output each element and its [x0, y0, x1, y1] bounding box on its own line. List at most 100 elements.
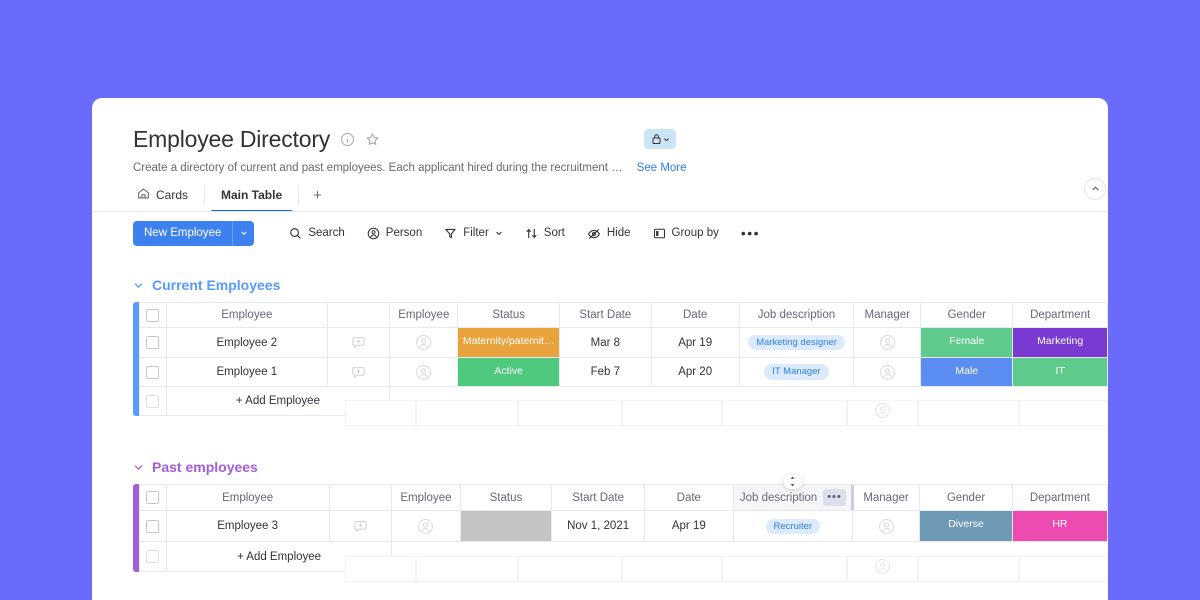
row-select-cell[interactable]	[139, 510, 167, 543]
person-avatar-icon	[390, 364, 457, 381]
group-collapse-caret-icon[interactable]	[133, 462, 144, 473]
eye-off-icon	[587, 227, 601, 240]
tab-cards[interactable]: Cards	[133, 181, 204, 209]
cell-updates[interactable]	[327, 327, 391, 358]
new-employee-button-group[interactable]: New Employee	[133, 220, 255, 246]
table-row[interactable]: Employee 1 Active Feb 7 Apr 20 IT Manage…	[139, 356, 1108, 388]
cell-person[interactable]	[391, 510, 461, 543]
cell-updates[interactable]	[328, 510, 393, 543]
cell-employee-name[interactable]: Employee 1	[165, 356, 329, 388]
select-all-cell[interactable]	[139, 301, 167, 329]
group-collapse-caret-icon[interactable]	[133, 280, 144, 291]
cell-manager[interactable]	[853, 356, 922, 388]
cell-department[interactable]: HR	[1011, 510, 1108, 543]
row-checkbox[interactable]	[146, 365, 160, 379]
more-actions-button[interactable]: •••	[730, 220, 771, 246]
person-avatar-icon	[390, 334, 457, 351]
column-header-manager[interactable]: Manager	[853, 301, 922, 329]
column-header-department[interactable]: Department	[1012, 301, 1108, 329]
collapse-header-button[interactable]	[1084, 178, 1106, 200]
cell-job-description[interactable]: IT Manager	[738, 356, 855, 388]
cell-updates[interactable]	[327, 356, 391, 388]
search-button[interactable]: Search	[278, 220, 355, 246]
column-header-job-description-label: Job description	[739, 491, 818, 504]
cell-person[interactable]	[389, 356, 459, 388]
person-avatar-icon	[854, 364, 920, 381]
table-row[interactable]: Employee 3 Nov 1, 2021 Apr 19 Recruiter …	[139, 510, 1108, 543]
column-header-person[interactable]: Employee	[389, 301, 459, 329]
column-header-job-description[interactable]: Job description •••	[732, 474, 855, 512]
column-header-job-description[interactable]: Job description	[738, 301, 855, 329]
cell-person[interactable]	[389, 327, 459, 358]
column-header-gender[interactable]: Gender	[920, 301, 1014, 329]
cell-job-description[interactable]: Recruiter	[732, 510, 853, 543]
cell-department[interactable]: Marketing	[1012, 327, 1108, 358]
select-all-checkbox[interactable]	[146, 491, 160, 505]
column-header-start-date[interactable]: Start Date	[559, 301, 652, 329]
column-header-date[interactable]: Date	[643, 483, 734, 512]
column-menu-button[interactable]: •••	[823, 489, 846, 507]
cell-manager[interactable]	[853, 327, 922, 358]
person-filter-button[interactable]: Person	[356, 220, 433, 246]
group-title[interactable]: Current Employees	[152, 277, 280, 293]
hide-button[interactable]: Hide	[576, 220, 642, 246]
cell-date[interactable]: Apr 19	[643, 510, 734, 543]
group-by-button[interactable]: Group by	[642, 220, 730, 246]
lock-icon	[651, 133, 662, 145]
board-permissions-button[interactable]	[644, 129, 676, 149]
column-header-date[interactable]: Date	[650, 301, 740, 329]
cell-status[interactable]: Maternity/paternit…	[457, 327, 561, 358]
column-header-status[interactable]: Status	[457, 301, 561, 329]
select-all-cell[interactable]	[139, 483, 167, 512]
sort-button[interactable]: Sort	[514, 220, 576, 246]
column-header-start-date[interactable]: Start Date	[551, 483, 645, 512]
select-all-checkbox[interactable]	[146, 308, 160, 322]
department-badge: HR	[1052, 518, 1068, 531]
column-header-updates[interactable]	[327, 301, 391, 329]
group-by-label: Group by	[671, 227, 719, 239]
new-employee-button[interactable]: New Employee	[133, 220, 233, 246]
table-header-row: Employee Employee Status Start Date Date…	[139, 301, 1108, 329]
column-header-employee[interactable]: Employee	[165, 301, 329, 329]
row-checkbox[interactable]	[146, 336, 160, 350]
cell-date[interactable]: Apr 20	[650, 356, 740, 388]
column-header-status[interactable]: Status	[459, 483, 553, 512]
column-drag-handle[interactable]	[783, 474, 803, 489]
cell-start-date[interactable]: Nov 1, 2021	[551, 510, 645, 543]
see-more-link[interactable]: See More	[637, 162, 687, 174]
add-view-button[interactable]: +	[299, 181, 336, 209]
column-header-employee[interactable]: Employee	[165, 483, 330, 512]
cell-department[interactable]: IT	[1012, 356, 1108, 388]
cell-manager[interactable]	[851, 510, 921, 543]
cell-job-description[interactable]: Marketing designer	[738, 327, 855, 358]
cell-start-date[interactable]: Feb 7	[559, 356, 652, 388]
more-dots-icon: •••	[740, 224, 761, 241]
info-icon[interactable]	[340, 132, 355, 147]
table-row[interactable]: Employee 2 Maternity/paternit… Mar 8 Apr…	[139, 327, 1108, 358]
column-header-manager[interactable]: Manager	[851, 483, 921, 512]
row-select-cell[interactable]	[139, 356, 167, 388]
row-select-cell[interactable]	[139, 327, 167, 358]
filter-button[interactable]: Filter	[433, 220, 514, 246]
star-icon[interactable]	[365, 132, 380, 147]
sort-button-label: Sort	[543, 227, 565, 239]
group-title[interactable]: Past employees	[152, 459, 258, 475]
cell-gender[interactable]: Diverse	[919, 510, 1013, 543]
cell-start-date[interactable]: Mar 8	[559, 327, 652, 358]
cell-date[interactable]: Apr 19	[650, 327, 740, 358]
department-badge: Marketing	[1037, 335, 1084, 348]
cell-employee-name[interactable]: Employee 3	[165, 510, 330, 543]
new-employee-caret-button[interactable]	[232, 220, 255, 246]
cell-gender[interactable]: Male	[920, 356, 1014, 388]
cell-status[interactable]: Active	[457, 356, 561, 388]
column-header-department[interactable]: Department	[1011, 483, 1108, 512]
cell-employee-name[interactable]: Employee 2	[165, 327, 329, 358]
tab-main-table[interactable]: Main Table	[205, 181, 298, 212]
column-header-person[interactable]: Employee	[391, 483, 461, 512]
column-header-updates[interactable]	[328, 483, 393, 512]
cell-status[interactable]	[459, 510, 553, 543]
cell-gender[interactable]: Female	[920, 327, 1014, 358]
column-header-gender[interactable]: Gender	[919, 483, 1013, 512]
group-table-wrapper: Employee Employee Status Start Date Date…	[133, 301, 1108, 416]
row-checkbox[interactable]	[146, 519, 160, 533]
